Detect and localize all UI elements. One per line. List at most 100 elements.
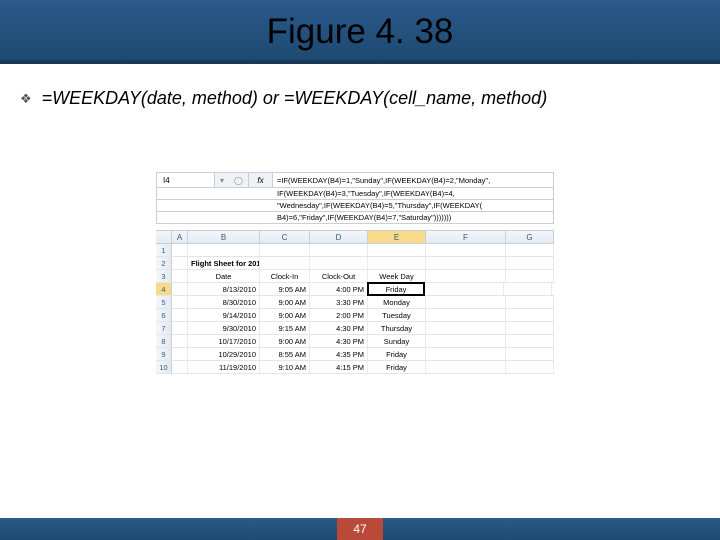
cell[interactable]: 10/29/2010 xyxy=(188,348,260,360)
cell[interactable] xyxy=(426,244,506,256)
cell[interactable]: 3:30 PM xyxy=(310,296,368,308)
column-headers: A B C D E F G xyxy=(156,230,554,244)
cell[interactable]: Tuesday xyxy=(368,309,426,321)
cell[interactable] xyxy=(260,257,310,269)
cell[interactable] xyxy=(172,309,188,321)
cell[interactable]: Friday xyxy=(367,282,425,296)
cell[interactable] xyxy=(506,244,554,256)
col-header-e[interactable]: E xyxy=(368,231,426,243)
cell[interactable]: 9:00 AM xyxy=(260,335,310,347)
cell[interactable]: 8/13/2010 xyxy=(188,283,260,295)
cell[interactable]: 4:00 PM xyxy=(310,283,368,295)
cell[interactable]: Clock-Out xyxy=(310,270,368,282)
cell[interactable] xyxy=(506,322,554,334)
cell[interactable]: 9/30/2010 xyxy=(188,322,260,334)
row-header[interactable]: 4 xyxy=(156,283,172,295)
table-row: 9 10/29/20108:55 AM4:35 PMFriday xyxy=(156,348,554,361)
row-header[interactable]: 5 xyxy=(156,296,172,308)
cell[interactable]: 8/30/2010 xyxy=(188,296,260,308)
cell[interactable] xyxy=(424,283,504,295)
cell[interactable] xyxy=(172,244,188,256)
cell[interactable]: 8:55 AM xyxy=(260,348,310,360)
table-row: 10 11/19/20109:10 AM4:15 PMFriday xyxy=(156,361,554,374)
cell[interactable] xyxy=(368,257,426,269)
cell[interactable]: Flight Sheet for 2010 xyxy=(188,257,260,269)
dropdown-icon[interactable]: ▾ xyxy=(220,176,224,185)
cell[interactable] xyxy=(172,335,188,347)
cell[interactable] xyxy=(506,257,554,269)
cell[interactable]: Clock-In xyxy=(260,270,310,282)
cell[interactable] xyxy=(506,296,554,308)
cell[interactable]: Friday xyxy=(368,361,426,373)
cell[interactable] xyxy=(506,270,554,282)
col-header-d[interactable]: D xyxy=(310,231,368,243)
cell[interactable] xyxy=(310,257,368,269)
cell[interactable] xyxy=(506,335,554,347)
cell[interactable]: 9:00 AM xyxy=(260,309,310,321)
cell[interactable]: 4:35 PM xyxy=(310,348,368,360)
row-header[interactable]: 8 xyxy=(156,335,172,347)
cell[interactable]: Thursday xyxy=(368,322,426,334)
cell[interactable] xyxy=(506,361,554,373)
row-header[interactable]: 6 xyxy=(156,309,172,321)
row-header[interactable]: 7 xyxy=(156,322,172,334)
cell[interactable]: Sunday xyxy=(368,335,426,347)
cell[interactable] xyxy=(310,244,368,256)
cell[interactable]: 10/17/2010 xyxy=(188,335,260,347)
formula-line-0[interactable]: =IF(WEEKDAY(B4)=1,"Sunday",IF(WEEKDAY(B4… xyxy=(273,173,553,187)
spreadsheet-screenshot: I4 ▾ ◯ fx =IF(WEEKDAY(B4)=1,"Sunday",IF(… xyxy=(156,172,554,374)
cell[interactable]: Date xyxy=(188,270,260,282)
cell[interactable] xyxy=(172,296,188,308)
cell[interactable]: Monday xyxy=(368,296,426,308)
cell[interactable]: 4:30 PM xyxy=(310,322,368,334)
col-header-g[interactable]: G xyxy=(506,231,554,243)
col-header-c[interactable]: C xyxy=(260,231,310,243)
row-header[interactable]: 9 xyxy=(156,348,172,360)
cell[interactable] xyxy=(426,257,506,269)
cell[interactable]: 9/14/2010 xyxy=(188,309,260,321)
cell[interactable] xyxy=(426,348,506,360)
col-header-a[interactable]: A xyxy=(172,231,188,243)
cell[interactable]: 9:00 AM xyxy=(260,296,310,308)
cell[interactable] xyxy=(426,270,506,282)
cell[interactable] xyxy=(506,348,554,360)
cell[interactable] xyxy=(426,335,506,347)
cell[interactable]: Week Day xyxy=(368,270,426,282)
table-row: 4 8/13/20109:05 AM4:00 PMFriday xyxy=(156,283,554,296)
cell[interactable] xyxy=(172,361,188,373)
cell[interactable] xyxy=(172,283,188,295)
cell[interactable] xyxy=(172,322,188,334)
cell[interactable]: 9:15 AM xyxy=(260,322,310,334)
cell[interactable]: 11/19/2010 xyxy=(188,361,260,373)
row-header[interactable]: 10 xyxy=(156,361,172,373)
cell[interactable]: 4:30 PM xyxy=(310,335,368,347)
cell[interactable] xyxy=(506,309,554,321)
cell[interactable]: Friday xyxy=(368,348,426,360)
row-header[interactable]: 1 xyxy=(156,244,172,256)
cell[interactable] xyxy=(260,244,310,256)
col-header-b[interactable]: B xyxy=(188,231,260,243)
row-header[interactable]: 3 xyxy=(156,270,172,282)
cell[interactable] xyxy=(188,244,260,256)
cell[interactable] xyxy=(426,309,506,321)
fx-label[interactable]: fx xyxy=(249,173,273,187)
cell[interactable]: 9:05 AM xyxy=(260,283,310,295)
cell[interactable]: 2:00 PM xyxy=(310,309,368,321)
cell[interactable] xyxy=(426,322,506,334)
name-box[interactable]: I4 xyxy=(157,173,215,187)
cell[interactable] xyxy=(426,361,506,373)
cell[interactable] xyxy=(172,348,188,360)
cell[interactable]: 4:15 PM xyxy=(310,361,368,373)
cell[interactable] xyxy=(504,283,552,295)
grid-body: 12 Flight Sheet for 2010 3 DateClock-InCloc… xyxy=(156,244,554,374)
select-all-corner[interactable] xyxy=(156,231,172,243)
row-header[interactable]: 2 xyxy=(156,257,172,269)
cell[interactable] xyxy=(368,244,426,256)
cell[interactable]: 9:10 AM xyxy=(260,361,310,373)
col-header-f[interactable]: F xyxy=(426,231,506,243)
cell[interactable] xyxy=(172,270,188,282)
cell[interactable] xyxy=(426,296,506,308)
formula-bar: I4 ▾ ◯ fx =IF(WEEKDAY(B4)=1,"Sunday",IF(… xyxy=(156,172,554,188)
bullet-icon: ❖ xyxy=(20,91,32,107)
cell[interactable] xyxy=(172,257,188,269)
